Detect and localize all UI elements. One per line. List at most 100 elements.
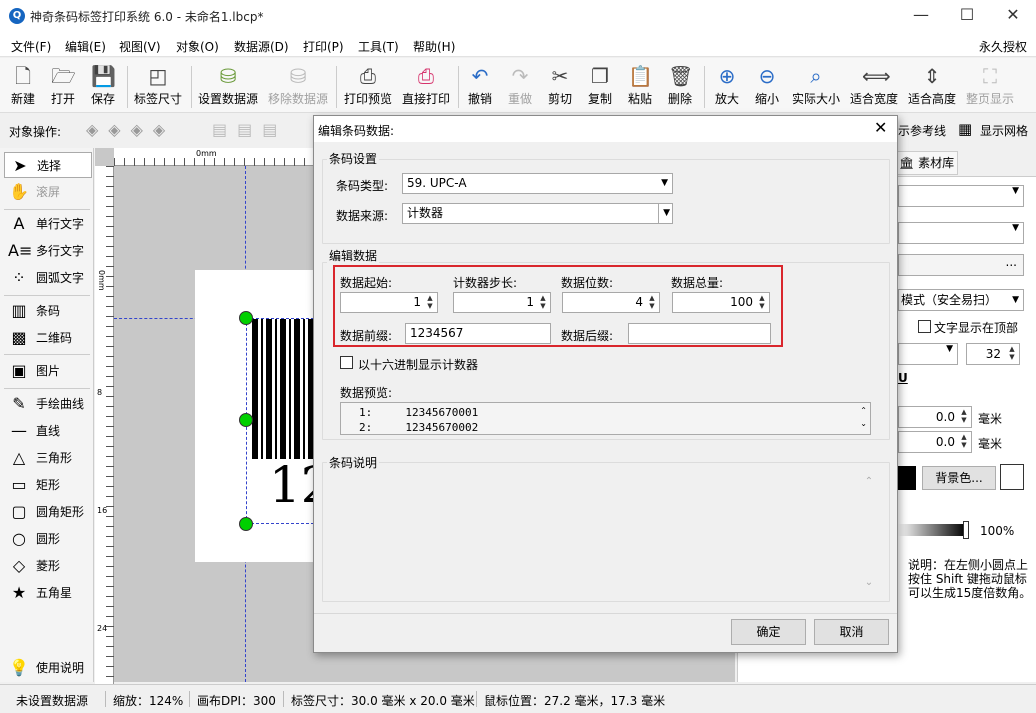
print-preview-button[interactable]: ⎙ 打印预览 bbox=[342, 62, 394, 110]
resize-handle[interactable] bbox=[239, 311, 253, 325]
resize-handle[interactable] bbox=[239, 413, 253, 427]
barcode-object[interactable]: 12 bbox=[246, 318, 333, 524]
redo-button[interactable]: ↷ 重做 bbox=[503, 62, 537, 110]
data-source-select[interactable]: 计数器 ▼ bbox=[402, 203, 673, 224]
background-color-swatch[interactable] bbox=[1000, 464, 1024, 490]
suffix-input[interactable] bbox=[628, 323, 771, 344]
property-browse[interactable]: ... bbox=[898, 254, 1024, 276]
tool-image[interactable]: ▣ 图片 bbox=[4, 358, 92, 384]
tool-triangle[interactable]: △ 三角形 bbox=[4, 445, 92, 471]
tool-rounded-rect[interactable]: ▢ 圆角矩形 bbox=[4, 499, 92, 525]
underline-toggle[interactable]: U bbox=[898, 371, 908, 385]
offset-y-input[interactable]: 0.0 ▲ ▼ bbox=[898, 431, 972, 453]
menu-help[interactable]: 帮助(H) bbox=[413, 38, 455, 55]
fit-width-button[interactable]: ⟺ 适合宽度 bbox=[848, 62, 900, 110]
fit-height-button[interactable]: ⇕ 适合高度 bbox=[906, 62, 958, 110]
description-scrollbar[interactable]: ⌃ ⌄ bbox=[862, 476, 876, 594]
show-grid-toggle[interactable]: 显示网格 bbox=[980, 122, 1028, 139]
tool-line[interactable]: — 直线 bbox=[4, 418, 92, 444]
tool-diamond[interactable]: ◇ 菱形 bbox=[4, 553, 92, 579]
layer-icons[interactable]: ◈◈◈◈ bbox=[86, 120, 175, 139]
foreground-color-swatch[interactable] bbox=[898, 466, 916, 490]
menu-datasource[interactable]: 数据源(D) bbox=[234, 38, 289, 55]
tool-pan[interactable]: ✋ 滚屏 bbox=[4, 179, 92, 205]
tool-single-text[interactable]: A 单行文字 bbox=[4, 211, 92, 237]
digits-input[interactable]: 4 ▲ ▼ bbox=[562, 292, 660, 313]
menu-view[interactable]: 视图(V) bbox=[119, 38, 161, 55]
object-ops-label: 对象操作: bbox=[9, 125, 62, 139]
opacity-slider-thumb[interactable] bbox=[963, 521, 969, 539]
dialog-close-icon[interactable]: ✕ bbox=[874, 118, 887, 137]
top-text-checkbox[interactable] bbox=[918, 320, 931, 333]
font-size-input[interactable]: 32 ▲ ▼ bbox=[966, 343, 1020, 365]
fit-page-button[interactable]: ⛶ 整页显示 bbox=[964, 62, 1016, 110]
cancel-button[interactable]: 取消 bbox=[814, 619, 889, 645]
menu-object[interactable]: 对象(O) bbox=[176, 38, 219, 55]
tool-rectangle[interactable]: ▭ 矩形 bbox=[4, 472, 92, 498]
toolbar-separator bbox=[191, 66, 192, 108]
remove-datasource-button[interactable]: ⛁ 移除数据源 bbox=[266, 62, 330, 110]
offset-x-input[interactable]: 0.0 ▲ ▼ bbox=[898, 406, 972, 428]
align-icons[interactable]: ▤▤▤ bbox=[212, 120, 287, 139]
direct-print-button[interactable]: ⎙ 直接打印 bbox=[400, 62, 452, 110]
undo-button[interactable]: ↶ 撤销 bbox=[463, 62, 497, 110]
barcode-type-select[interactable]: 59. UPC-A ▼ bbox=[402, 173, 673, 194]
actual-size-button[interactable]: ⌕ 实际大小 bbox=[790, 62, 842, 110]
cut-button[interactable]: ✂ 剪切 bbox=[543, 62, 577, 110]
property-combo-2[interactable]: ▼ bbox=[898, 222, 1024, 244]
readability-select[interactable]: 模式（安全易扫） ▼ bbox=[898, 289, 1024, 311]
ok-button[interactable]: 确定 bbox=[731, 619, 806, 645]
spinner-icon[interactable]: ▲ ▼ bbox=[756, 294, 768, 311]
paste-button[interactable]: 📋 粘贴 bbox=[623, 62, 657, 110]
minimize-button[interactable]: — bbox=[898, 0, 944, 32]
menu-file[interactable]: 文件(F) bbox=[11, 38, 51, 55]
tool-select[interactable]: ➤ 选择 bbox=[4, 152, 92, 178]
copy-button[interactable]: ❐ 复制 bbox=[583, 62, 617, 110]
spinner-icon[interactable]: ▲ ▼ bbox=[1006, 345, 1018, 362]
step-input[interactable]: 1 ▲ ▼ bbox=[453, 292, 551, 313]
spinner-icon[interactable]: ▲ ▼ bbox=[958, 408, 970, 425]
spinner-icon[interactable]: ▲ ▼ bbox=[424, 294, 436, 311]
property-combo-1[interactable]: ▼ bbox=[898, 185, 1024, 207]
tab-material-library[interactable]: 🏛 素材库 bbox=[888, 151, 958, 175]
preview-scrollbar[interactable]: ⌃ ⌄ bbox=[860, 404, 867, 430]
tool-arc-text[interactable]: ⁘ 圆弧文字 bbox=[4, 265, 92, 291]
spinner-icon[interactable]: ▲ ▼ bbox=[537, 294, 549, 311]
total-input[interactable]: 100 ▲ ▼ bbox=[672, 292, 770, 313]
show-ref-lines-toggle[interactable]: 示参考线 bbox=[898, 122, 946, 139]
save-button[interactable]: 💾 保存 bbox=[86, 62, 120, 110]
resize-handle[interactable] bbox=[239, 517, 253, 531]
new-button[interactable]: 🗋 新建 bbox=[6, 62, 40, 110]
opacity-slider[interactable] bbox=[898, 524, 966, 536]
zoom-out-button[interactable]: ⊖ 缩小 bbox=[750, 62, 784, 110]
status-bar: 未设置数据源 缩放：124% 画布DPI：300 标签尺寸：30.0 毫米 x … bbox=[0, 684, 1036, 713]
hex-counter-checkbox[interactable] bbox=[340, 356, 353, 369]
zoom-in-button[interactable]: ⊕ 放大 bbox=[710, 62, 744, 110]
barcode-icon: ▥ bbox=[11, 301, 27, 320]
scissors-icon: ✂ bbox=[551, 64, 569, 88]
maximize-button[interactable]: ☐ bbox=[944, 0, 990, 32]
chevron-down-icon: ▼ bbox=[1012, 223, 1019, 233]
label-size-button[interactable]: ◰ 标签尺寸 bbox=[132, 62, 184, 110]
menu-edit[interactable]: 编辑(E) bbox=[65, 38, 106, 55]
prefix-input[interactable]: 1234567 bbox=[405, 323, 551, 344]
tool-circle[interactable]: ○ 圆形 bbox=[4, 526, 92, 552]
tool-multi-text[interactable]: A≡ 多行文字 bbox=[4, 238, 92, 264]
tool-qrcode[interactable]: ▩ 二维码 bbox=[4, 325, 92, 351]
spinner-icon[interactable]: ▲ ▼ bbox=[646, 294, 658, 311]
menu-print[interactable]: 打印(P) bbox=[303, 38, 344, 55]
close-button[interactable]: ✕ bbox=[990, 0, 1036, 32]
delete-button[interactable]: 🗑 删除 bbox=[663, 62, 697, 110]
data-preview-list[interactable]: 1: 12345670001 2: 12345670002 ⌃ ⌄ bbox=[340, 402, 871, 435]
tool-barcode[interactable]: ▥ 条码 bbox=[4, 298, 92, 324]
background-color-button[interactable]: 背景色... bbox=[922, 466, 996, 490]
set-datasource-button[interactable]: ⛁ 设置数据源 bbox=[196, 62, 260, 110]
tool-freehand[interactable]: ✎ 手绘曲线 bbox=[4, 391, 92, 417]
font-select[interactable]: ▼ bbox=[898, 343, 958, 365]
help-guide[interactable]: 💡 使用说明 bbox=[4, 655, 92, 681]
start-input[interactable]: 1 ▲ ▼ bbox=[340, 292, 438, 313]
spinner-icon[interactable]: ▲ ▼ bbox=[958, 433, 970, 450]
tool-star[interactable]: ★ 五角星 bbox=[4, 580, 92, 606]
menu-tools[interactable]: 工具(T) bbox=[358, 38, 399, 55]
open-button[interactable]: 🗁 打开 bbox=[46, 62, 80, 110]
